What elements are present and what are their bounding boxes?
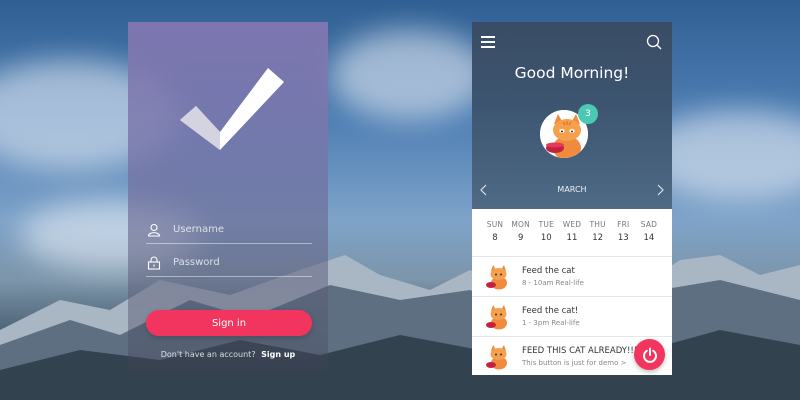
signup-row: Don't have an account? Sign up bbox=[128, 350, 328, 359]
list-item[interactable]: Feed the cat! 1 - 3pm Real-life bbox=[472, 296, 672, 336]
username-field bbox=[146, 216, 312, 244]
day-tue[interactable]: TUE 10 bbox=[535, 220, 557, 243]
signup-prompt: Don't have an account? bbox=[160, 350, 256, 359]
mountain-range bbox=[0, 255, 800, 400]
day-thu[interactable]: THU 12 bbox=[587, 220, 609, 243]
password-field bbox=[146, 249, 312, 277]
power-icon bbox=[642, 347, 657, 363]
menu-icon[interactable] bbox=[481, 36, 495, 48]
user-icon bbox=[146, 222, 162, 238]
username-input[interactable] bbox=[173, 224, 303, 235]
sign-in-button[interactable]: Sign in bbox=[146, 310, 312, 336]
app-header: Good Morning! 3 MARCH bbox=[472, 22, 672, 209]
login-panel: Sign in Don't have an account? Sign up bbox=[128, 22, 328, 374]
checkmark-logo-icon bbox=[180, 68, 284, 150]
week-strip: SUN 8 MON 9 TUE 10 WED 11 THU 12 FRI 13 SAD 14 bbox=[484, 220, 660, 243]
greeting-title: Good Morning! bbox=[514, 64, 630, 82]
cat-thumbnail bbox=[486, 264, 507, 289]
search-icon[interactable] bbox=[646, 34, 662, 50]
chevron-right-icon[interactable] bbox=[654, 182, 666, 198]
password-input[interactable] bbox=[173, 257, 303, 268]
cat-thumbnail bbox=[486, 344, 507, 369]
day-sun[interactable]: SUN 8 bbox=[484, 220, 506, 243]
month-selector: MARCH bbox=[472, 182, 672, 198]
sign-up-link[interactable]: Sign up bbox=[261, 350, 295, 359]
cat-thumbnail bbox=[486, 304, 507, 329]
power-button[interactable] bbox=[634, 339, 665, 370]
list-item[interactable]: Feed the cat 8 - 10am Real-life bbox=[472, 256, 672, 296]
profile-avatar[interactable]: 3 bbox=[540, 104, 598, 158]
month-label: MARCH bbox=[557, 185, 587, 194]
calendar-app-panel: Good Morning! 3 MARCH SUN 8 MON 9 TUE 10… bbox=[472, 22, 672, 375]
notification-badge: 3 bbox=[578, 104, 598, 124]
lock-icon bbox=[146, 255, 162, 271]
day-wed[interactable]: WED 11 bbox=[561, 220, 583, 243]
day-sat[interactable]: SAD 14 bbox=[638, 220, 660, 243]
day-mon[interactable]: MON 9 bbox=[510, 220, 532, 243]
day-fri[interactable]: FRI 13 bbox=[612, 220, 634, 243]
